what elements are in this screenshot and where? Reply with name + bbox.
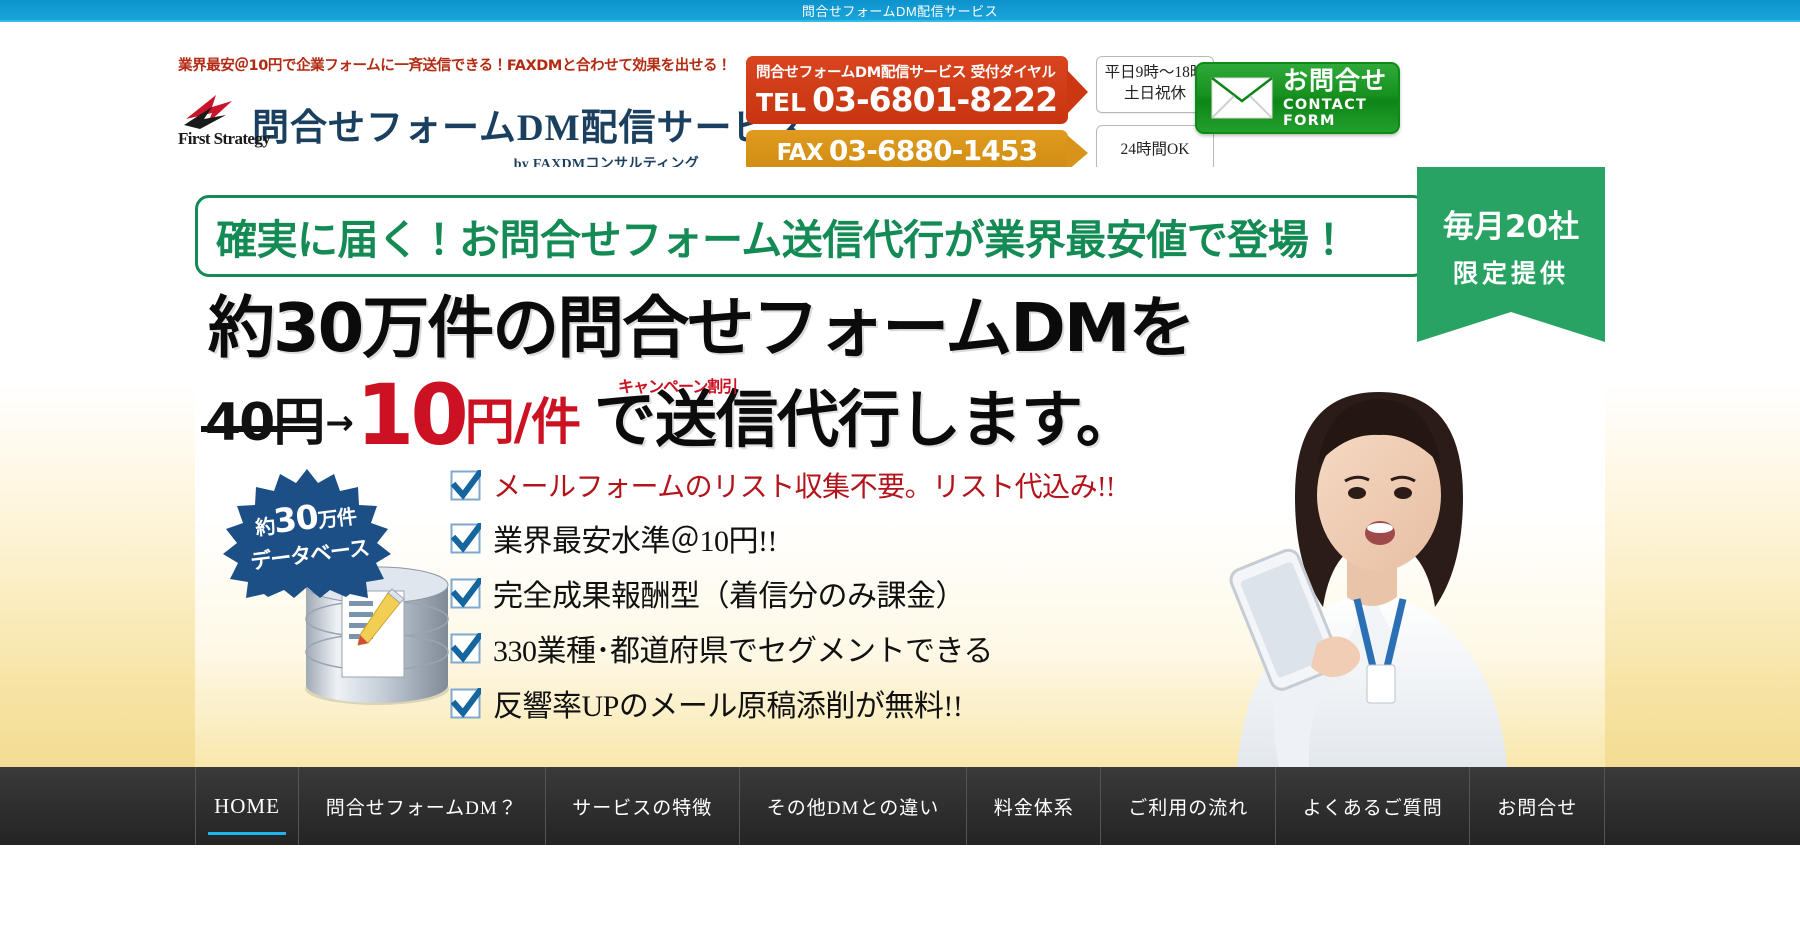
checklist-item: 業界最安水準＠10円!! (450, 516, 1115, 560)
first-strategy-wordmark: First Strategy (178, 129, 271, 148)
tel-number: 03-6801-8222 (812, 80, 1058, 119)
checklist-item: 完全成果報酬型 （着信分のみ課金） (450, 571, 1115, 615)
tel-prefix: TEL (756, 88, 807, 117)
ribbon-line1: 毎月20社 (1442, 209, 1580, 245)
main-navigation: HOME 問合せフォームDM？ サービスの特徴 その他DMとの違い 料金体系 ご… (0, 767, 1800, 845)
checklist-item: 330業種･都道府県でセグメントできる (450, 626, 1115, 670)
nav-item-service-features[interactable]: サービスの特徴 (546, 767, 741, 845)
limited-offer-ribbon: 毎月20社 限定提供 (1417, 167, 1605, 342)
nav-item-contact[interactable]: お問合せ (1470, 767, 1605, 845)
contact-form-button[interactable]: お問合せ CONTACT FORM (1195, 62, 1400, 134)
dial-label: 問合せフォームDM配信サービス 受付ダイヤル (756, 65, 1056, 81)
campaign-discount-tag: キャンペーン割引 (618, 377, 738, 396)
hero-tail-text: で送信代行します。 (594, 382, 1138, 456)
checkbox-checked-icon (450, 469, 481, 500)
hero-headline-frame: 確実に届く！お問合せフォーム送信代行が業界最安値で登場！ (195, 195, 1427, 277)
burst-number: 30 (271, 496, 320, 541)
checklist-item-label: 330業種･都道府県でセグメントできる (493, 635, 993, 668)
hero-price-line: 40円 → 10 円/件 キャンペーン割引 で送信代行します。 (200, 366, 1138, 464)
checklist-item-label: 反響率UPのメール原稿添削が無料!! (493, 690, 963, 723)
ribbon-line2: 限定提供 (1452, 259, 1569, 288)
checkbox-checked-icon (450, 687, 481, 718)
database-count-badge: 約30万件 データベース (217, 467, 397, 599)
checklist-item-note: （着信分のみ課金） (699, 580, 966, 613)
envelope-icon (1211, 77, 1273, 119)
tel-number-row: TEL 03-6801-8222 (756, 80, 1058, 119)
checklist-item-label: 業界最安水準＠10円!! (493, 525, 777, 558)
price-arrow-icon: → (325, 402, 354, 443)
contact-form-button-jp: お問合せ (1283, 65, 1388, 95)
nav-item-difference-from-other-dm[interactable]: その他DMとの違い (740, 767, 967, 845)
old-price: 40円 (200, 392, 325, 453)
checkbox-checked-icon (450, 632, 481, 663)
checklist-item: メールフォームのリスト収集不要。リスト代込み!! (450, 465, 1115, 505)
browser-title-bar: 問合せフォームDM配信サービス (0, 0, 1800, 22)
database-count-badge-text: 約30万件 データベース (210, 457, 405, 610)
hero-headline-text: 確実に届く！お問合せフォーム送信代行が業界最安値で登場！ (216, 216, 1349, 264)
tel-box: 問合せフォームDM配信サービス 受付ダイヤル TEL 03-6801-8222 (746, 56, 1088, 124)
fax-box: FAX 03-6880-1453 (746, 129, 1088, 172)
contact-form-button-text: お問合せ CONTACT FORM (1283, 68, 1398, 129)
fax-hours: 24時間OK (1120, 140, 1190, 158)
brand-block: 業界最安＠10円で企業フォームに一斉送信できる！FAXDMと合わせて効果を出せる… (178, 54, 808, 173)
feature-checklist: メールフォームのリスト収集不要。リスト代込み!! 業界最安水準＠10円!! 完全… (450, 465, 1115, 736)
site-title: 問合せフォームDM配信サービス (252, 108, 809, 149)
nav-item-faq[interactable]: よくあるご質問 (1276, 767, 1471, 845)
site-header: 業界最安＠10円で企業フォームに一斉送信できる！FAXDMと合わせて効果を出せる… (0, 22, 1800, 172)
fax-number: 03-6880-1453 (828, 133, 1038, 167)
site-logo[interactable]: First Strategy 問合せフォームDM配信サービス (178, 87, 808, 148)
header-catchcopy: 業界最安＠10円で企業フォームに一斉送信できる！FAXDMと合わせて効果を出せる… (178, 58, 732, 74)
hero-big-line1: 約30万件の問合せフォームDMを (208, 289, 1196, 367)
new-price-unit: 円/件 (464, 392, 581, 451)
checklist-item: 反響率UPのメール原稿添削が無料!! (450, 681, 1115, 725)
hero-banner: 確実に届く！お問合せフォーム送信代行が業界最安値で登場！ 毎月20社 限定提供 … (0, 167, 1800, 767)
tel-fax-group: 問合せフォームDM配信サービス 受付ダイヤル TEL 03-6801-8222 F… (746, 56, 1088, 172)
nav-item-home[interactable]: HOME (195, 767, 299, 845)
model-photo (1229, 392, 1507, 767)
nav-item-what-is-form-dm[interactable]: 問合せフォームDM？ (299, 767, 546, 845)
fax-hours-box: 24時間OK (1096, 124, 1214, 172)
browser-title-text: 問合せフォームDM配信サービス (801, 3, 999, 19)
checklist-item-label: メールフォームのリスト収集不要。リスト代込み!! (493, 472, 1115, 503)
first-strategy-logo-icon: First Strategy (178, 87, 271, 148)
hero-inner: 確実に届く！お問合せフォーム送信代行が業界最安値で登場！ 毎月20社 限定提供 … (195, 167, 1605, 767)
page-canvas: 業界最安＠10円で企業フォームに一斉送信できる！FAXDMと合わせて効果を出せる… (0, 22, 1800, 939)
contact-form-button-en: CONTACT FORM (1283, 96, 1368, 129)
checkbox-checked-icon (450, 577, 481, 608)
header-contact-block: 問合せフォームDM配信サービス 受付ダイヤル TEL 03-6801-8222 F… (746, 56, 1214, 172)
page-bottom-strip (0, 845, 1800, 861)
fax-prefix: FAX (776, 139, 824, 166)
nav-items-container: HOME 問合せフォームDM？ サービスの特徴 その他DMとの違い 料金体系 ご… (195, 767, 1605, 845)
checkbox-checked-icon (450, 522, 481, 553)
nav-item-usage-flow[interactable]: ご利用の流れ (1101, 767, 1276, 845)
new-price: 10 (355, 366, 469, 464)
swoosh-icon (184, 95, 232, 129)
fax-number-row: FAX 03-6880-1453 (756, 134, 1058, 167)
burst-suffix: 万件 (316, 503, 358, 532)
nav-item-pricing[interactable]: 料金体系 (967, 767, 1102, 845)
checklist-item-label: 完全成果報酬型 (493, 580, 700, 613)
